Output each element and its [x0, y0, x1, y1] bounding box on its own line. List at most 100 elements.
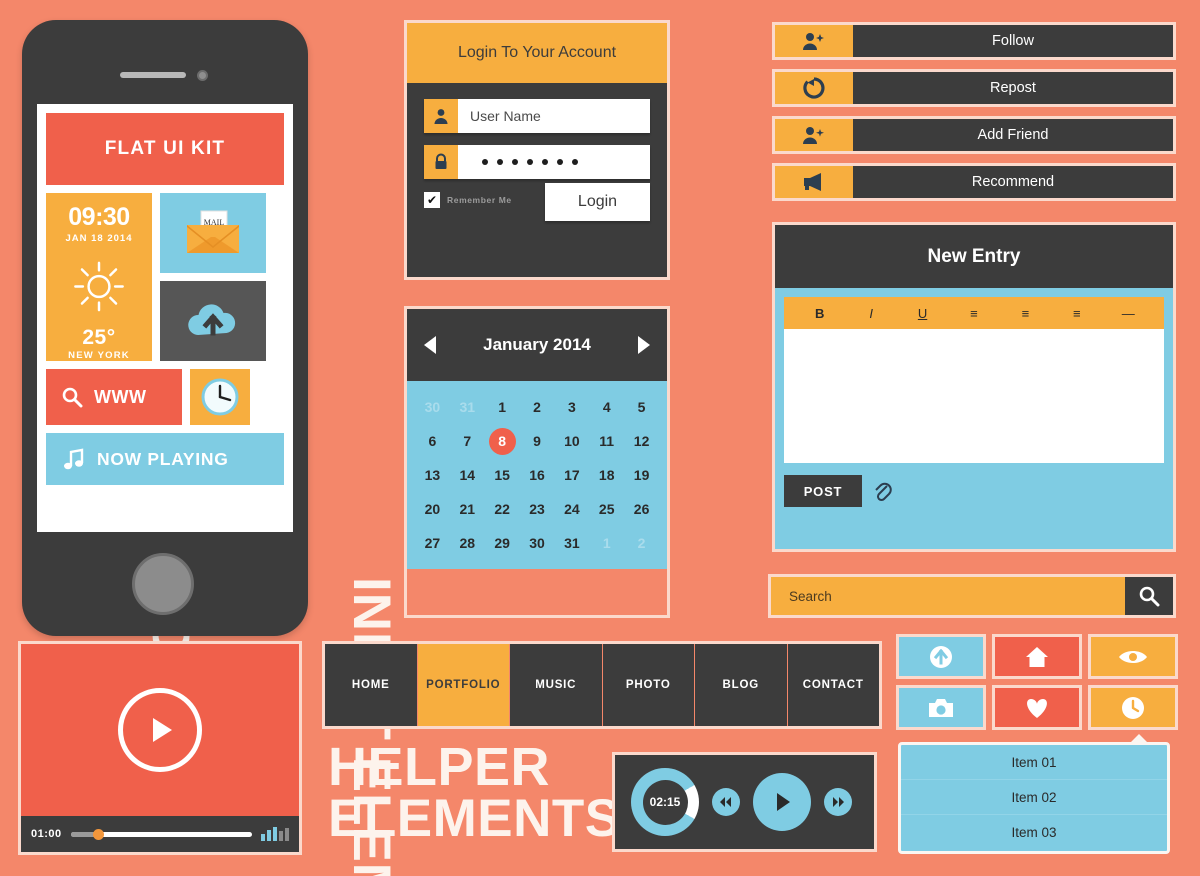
dropdown-item-label: Item 02: [1011, 789, 1057, 805]
align-left-icon[interactable]: ≡: [948, 306, 999, 321]
calendar-day[interactable]: 17: [554, 460, 589, 490]
username-field[interactable]: User Name: [424, 99, 650, 133]
audio-progress-ring[interactable]: 02:15: [631, 768, 699, 836]
calendar-day[interactable]: 21: [450, 494, 485, 524]
follow-button[interactable]: Follow: [772, 22, 1176, 60]
nav-item-contact[interactable]: CONTACT: [788, 644, 880, 726]
calendar-day[interactable]: 9: [520, 426, 555, 456]
editor-textarea[interactable]: [784, 329, 1164, 463]
calendar-day[interactable]: 20: [415, 494, 450, 524]
eye-icon-tile[interactable]: [1088, 634, 1178, 679]
post-button[interactable]: POST: [784, 475, 862, 507]
calendar-day[interactable]: 29: [485, 528, 520, 558]
nav-item-photo[interactable]: PHOTO: [603, 644, 695, 726]
clock-icon-tile[interactable]: [1088, 685, 1178, 730]
calendar-day[interactable]: 31: [450, 392, 485, 422]
horizontal-rule-icon[interactable]: —: [1103, 306, 1154, 321]
calendar-day[interactable]: 23: [520, 494, 555, 524]
calendar-day[interactable]: 30: [520, 528, 555, 558]
calendar-day[interactable]: 4: [589, 392, 624, 422]
clock-icon: [201, 378, 239, 416]
password-field[interactable]: [424, 145, 650, 179]
calendar-grid[interactable]: 30 31 1 2 3 4 5 6 7 8 9 10 11 12 13 14 15 16 17 18 19 20 21 22 2…: [407, 381, 667, 569]
audio-play-button[interactable]: [753, 773, 811, 831]
remember-me-checkbox[interactable]: ✔: [424, 192, 440, 208]
calendar-day[interactable]: 1: [589, 528, 624, 558]
bold-icon[interactable]: B: [794, 306, 845, 321]
mail-tile[interactable]: MAIL: [160, 193, 266, 273]
search-input[interactable]: [771, 577, 1125, 615]
video-canvas[interactable]: [21, 644, 299, 816]
calendar-day[interactable]: 2: [624, 528, 659, 558]
calendar-day[interactable]: 5: [624, 392, 659, 422]
www-tile[interactable]: WWW: [46, 369, 182, 425]
audio-next-button[interactable]: [824, 788, 852, 816]
nav-item-home[interactable]: HOME: [325, 644, 418, 726]
add-friend-button[interactable]: Add Friend: [772, 116, 1176, 154]
nav-item-label: CONTACT: [802, 679, 864, 691]
calendar-day[interactable]: 16: [520, 460, 555, 490]
recommend-button[interactable]: Recommend: [772, 163, 1176, 201]
weather-tile[interactable]: 09:30 JAN 18 2014 25° NEW YORK: [46, 193, 152, 361]
calendar-day[interactable]: 6: [415, 426, 450, 456]
calendar-day-number: 9: [533, 433, 541, 449]
video-progress-handle[interactable]: [92, 828, 104, 840]
video-play-button[interactable]: [118, 688, 202, 772]
video-progress-slider[interactable]: [70, 828, 252, 840]
upload-icon-tile[interactable]: [896, 634, 986, 679]
calendar-day[interactable]: 14: [450, 460, 485, 490]
calendar-day[interactable]: 22: [485, 494, 520, 524]
paperclip-icon[interactable]: [873, 480, 893, 502]
calendar-day[interactable]: 11: [589, 426, 624, 456]
dropdown-item-label: Item 01: [1011, 754, 1057, 770]
calendar-day[interactable]: 15: [485, 460, 520, 490]
dropdown-item[interactable]: Item 03: [901, 815, 1167, 850]
calendar-day-selected[interactable]: 8: [485, 426, 520, 456]
chevron-right-icon[interactable]: [633, 334, 653, 356]
align-center-icon[interactable]: ≡: [1000, 306, 1051, 321]
dropdown-item[interactable]: Item 01: [901, 745, 1167, 780]
calendar-day[interactable]: 30: [415, 392, 450, 422]
nav-item-music[interactable]: MUSIC: [510, 644, 603, 726]
heart-icon-tile[interactable]: [992, 685, 1082, 730]
repost-button[interactable]: Repost: [772, 69, 1176, 107]
now-playing-tile[interactable]: NOW PLAYING: [46, 433, 284, 485]
calendar-day[interactable]: 26: [624, 494, 659, 524]
calendar-day[interactable]: 10: [554, 426, 589, 456]
calendar-day[interactable]: 7: [450, 426, 485, 456]
play-icon: [153, 718, 172, 742]
cloud-upload-icon: [188, 304, 236, 336]
phone-home-button[interactable]: [132, 553, 194, 615]
italic-icon[interactable]: I: [845, 306, 896, 321]
calendar-day[interactable]: 12: [624, 426, 659, 456]
calendar-day[interactable]: 31: [554, 528, 589, 558]
password-input[interactable]: [458, 145, 650, 179]
cloud-upload-tile[interactable]: [160, 281, 266, 361]
nav-item-blog[interactable]: BLOG: [695, 644, 788, 726]
calendar-day[interactable]: 25: [589, 494, 624, 524]
calendar-day[interactable]: 1: [485, 392, 520, 422]
nav-item-portfolio[interactable]: PORTFOLIO: [417, 644, 510, 726]
camera-icon-tile[interactable]: [896, 685, 986, 730]
calendar-day-number: 30: [529, 535, 545, 551]
calendar-day[interactable]: 3: [554, 392, 589, 422]
calendar-day[interactable]: 28: [450, 528, 485, 558]
dropdown-item[interactable]: Item 02: [901, 780, 1167, 815]
calendar-day[interactable]: 19: [624, 460, 659, 490]
calendar-day[interactable]: 13: [415, 460, 450, 490]
volume-bars-icon[interactable]: [261, 827, 289, 841]
clock-tile[interactable]: [190, 369, 250, 425]
home-icon-tile[interactable]: [992, 634, 1082, 679]
calendar-day[interactable]: 18: [589, 460, 624, 490]
search-submit-button[interactable]: [1125, 577, 1173, 615]
username-input[interactable]: User Name: [458, 99, 650, 133]
login-submit-button[interactable]: Login: [545, 183, 650, 221]
calendar-day[interactable]: 2: [520, 392, 555, 422]
calendar-day-number: 12: [633, 433, 650, 449]
underline-icon[interactable]: U: [897, 306, 948, 321]
calendar-day[interactable]: 24: [554, 494, 589, 524]
chevron-left-icon[interactable]: [421, 334, 441, 356]
calendar-day[interactable]: 27: [415, 528, 450, 558]
audio-prev-button[interactable]: [712, 788, 740, 816]
align-right-icon[interactable]: ≡: [1051, 306, 1102, 321]
